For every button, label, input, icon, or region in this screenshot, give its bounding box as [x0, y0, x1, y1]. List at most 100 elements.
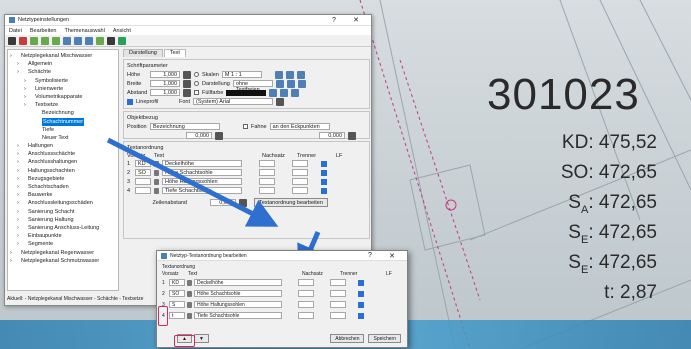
- tree-item[interactable]: › Segmente: [10, 240, 116, 248]
- valign-bottom-icon[interactable]: [297, 79, 306, 88]
- tree-item[interactable]: Neuer Text: [10, 134, 116, 142]
- linefeed-checkbox[interactable]: [358, 290, 364, 297]
- underline-icon[interactable]: [291, 88, 300, 97]
- text-select[interactable]: Tiefe Schachtsohle: [162, 187, 242, 194]
- height-picker-icon[interactable]: [183, 70, 191, 79]
- edit-arrangement-button[interactable]: Textanordnung bearbeiten: [254, 198, 328, 207]
- spacing-input[interactable]: 1,000: [150, 89, 180, 96]
- line-spacing-picker-icon[interactable]: [239, 198, 247, 207]
- scale-select[interactable]: M 1 : 1: [221, 71, 262, 78]
- tree-item[interactable]: › Volumetrikapparate: [10, 93, 116, 101]
- suffix-input[interactable]: [298, 301, 314, 308]
- window-titlebar[interactable]: Netztypeinstellungen ? ✕: [5, 15, 371, 26]
- font-dialog-icon[interactable]: [276, 97, 285, 106]
- text-select[interactable]: Deckelhöhe: [162, 160, 242, 167]
- menu-themenauswahl[interactable]: Themenauswahl: [64, 28, 104, 34]
- suffix-input[interactable]: [259, 169, 275, 176]
- prefix-input[interactable]: SO: [169, 290, 185, 297]
- tree-item[interactable]: › Sanierung Haltung: [10, 216, 116, 224]
- linefeed-checkbox[interactable]: [358, 279, 364, 286]
- separator-input[interactable]: [330, 279, 346, 286]
- prefix-input[interactable]: SO: [135, 169, 151, 176]
- tree-item[interactable]: › Sanierung Anschluss-Leitung: [10, 224, 116, 232]
- font-select[interactable]: (System) Arial: [193, 98, 274, 105]
- prefix-input[interactable]: KD: [135, 160, 151, 167]
- width-picker-icon[interactable]: [183, 79, 191, 88]
- separator-input[interactable]: [330, 290, 346, 297]
- align-center-icon[interactable]: [285, 70, 294, 79]
- menu-bearbeiten[interactable]: Bearbeiten: [30, 28, 57, 34]
- move-row-down-button[interactable]: ▼: [193, 334, 209, 343]
- settings-tree[interactable]: › Netzplegekanal Mischwasser › Allgemein › Sc…: [7, 49, 119, 291]
- variable-picker-icon[interactable]: [154, 178, 159, 185]
- suffix-input[interactable]: [259, 178, 275, 185]
- prefix-input[interactable]: S: [169, 301, 185, 308]
- text-select[interactable]: Höhe Schachtsohle: [162, 169, 242, 176]
- tree-item[interactable]: › Bauwerke: [10, 191, 116, 199]
- linefeed-checkbox[interactable]: [358, 312, 364, 319]
- tree-item[interactable]: Tiefe: [10, 126, 116, 134]
- tab-text[interactable]: Text: [163, 49, 186, 57]
- linefeed-checkbox[interactable]: [321, 160, 327, 167]
- separator-input[interactable]: [292, 187, 308, 194]
- separator-input[interactable]: [330, 312, 346, 319]
- text-select[interactable]: Höhe Schachtsohle: [194, 290, 282, 297]
- menu-datei[interactable]: Datei: [9, 28, 22, 34]
- separator-input[interactable]: [292, 169, 308, 176]
- separator-input[interactable]: [292, 178, 308, 185]
- variable-picker-icon[interactable]: [154, 187, 159, 194]
- lineprofile-checkbox[interactable]: [127, 98, 133, 105]
- linefeed-checkbox[interactable]: [321, 169, 327, 176]
- suffix-input[interactable]: [259, 160, 275, 167]
- variable-picker-icon[interactable]: [154, 169, 159, 176]
- save-button[interactable]: Speichern: [368, 334, 401, 343]
- tree-item[interactable]: › Anschlussschächte: [10, 150, 116, 158]
- suffix-input[interactable]: [298, 290, 314, 297]
- dialog-help-icon[interactable]: ?: [359, 252, 381, 259]
- variable-picker-icon[interactable]: [187, 279, 192, 286]
- width-input[interactable]: 1,000: [150, 80, 180, 87]
- tree-item[interactable]: › Netzplegekanal Mischwasser: [10, 52, 116, 60]
- text-select[interactable]: Höhe Haltungssohlen: [194, 301, 282, 308]
- dialog-close-icon[interactable]: ✕: [381, 252, 403, 260]
- tab-darstellung[interactable]: Darstellung: [123, 49, 163, 57]
- tree-item[interactable]: › Netzplegekanal Regenwasser: [10, 249, 116, 257]
- spacing-picker-icon[interactable]: [183, 88, 191, 97]
- cancel-button[interactable]: Abbrechen: [330, 334, 365, 343]
- tree-item[interactable]: › Schachtschaden: [10, 183, 116, 191]
- import-icon[interactable]: [96, 36, 104, 45]
- linefeed-checkbox[interactable]: [321, 178, 327, 185]
- bold-icon[interactable]: [269, 88, 278, 97]
- suffix-input[interactable]: [259, 187, 275, 194]
- suffix-input[interactable]: [298, 279, 314, 286]
- align-left-icon[interactable]: [274, 70, 283, 79]
- tree-item[interactable]: › Linienwerte: [10, 85, 116, 93]
- add-icon[interactable]: [19, 36, 27, 45]
- text-select[interactable]: Tiefe Schachtsohle: [194, 312, 282, 319]
- position-select[interactable]: Bezeichnung: [150, 123, 220, 130]
- display-radio[interactable]: [194, 81, 199, 86]
- prefix-input[interactable]: [135, 178, 151, 185]
- tree-item[interactable]: › Haltungsschachten: [10, 167, 116, 175]
- tree-item[interactable]: › Netzplegekanal Schmutzwasser: [10, 257, 116, 265]
- variable-picker-icon[interactable]: [187, 301, 192, 308]
- tree-item[interactable]: › Bezugsgebiete: [10, 175, 116, 183]
- text-select[interactable]: Höhe Haltungssohlen: [162, 178, 242, 185]
- properties-icon[interactable]: [107, 36, 115, 45]
- tree-item[interactable]: › Allgemein: [10, 60, 116, 68]
- tree-item[interactable]: › Schächte: [10, 68, 116, 76]
- tree-item[interactable]: › Haltungen: [10, 142, 116, 150]
- suffix-input[interactable]: [298, 312, 314, 319]
- flag-select[interactable]: an den Eckpunkten: [269, 123, 330, 130]
- tree-item[interactable]: › Anschlusshaltungen: [10, 158, 116, 166]
- italic-icon[interactable]: [280, 88, 289, 97]
- duplicate-icon[interactable]: [52, 36, 60, 45]
- scale-radio[interactable]: [194, 72, 199, 77]
- move-down-icon[interactable]: [74, 36, 82, 45]
- save-icon[interactable]: [8, 36, 16, 45]
- tree-item[interactable]: Bezeichnung: [10, 109, 116, 117]
- flag-checkbox[interactable]: [243, 124, 248, 129]
- tree-item[interactable]: › Textsetze: [10, 101, 116, 109]
- tree-item[interactable]: › Sanierung Schacht: [10, 208, 116, 216]
- refresh-icon[interactable]: [118, 36, 126, 45]
